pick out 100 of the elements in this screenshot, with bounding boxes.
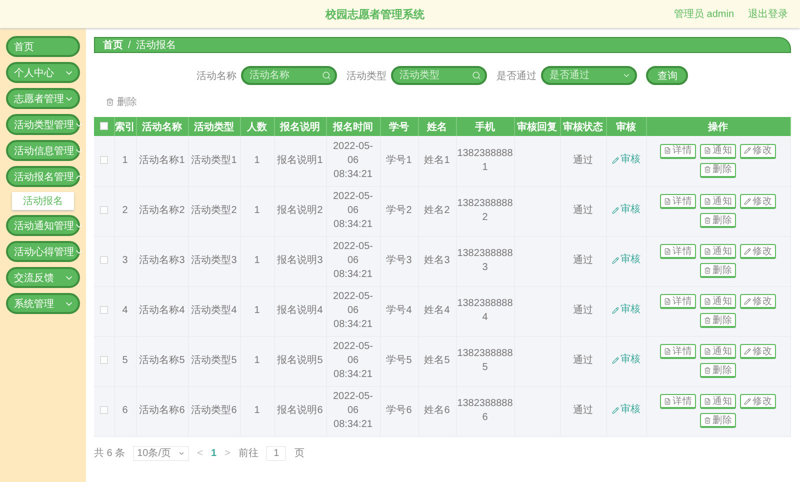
sidebar-item[interactable]: 首页 [6, 36, 80, 57]
action-button[interactable]: 详情 [660, 244, 696, 259]
pencil-icon [612, 306, 618, 314]
table-cell: 2022-05-06 08:34:21 [326, 286, 380, 336]
document-icon [704, 398, 710, 404]
table-cell: 13823888886 [456, 386, 514, 436]
table-cell: 通过 [560, 336, 606, 386]
action-button[interactable]: 修改 [740, 194, 776, 209]
action-button[interactable]: 详情 [660, 294, 696, 309]
action-button[interactable]: 修改 [740, 244, 776, 259]
action-button[interactable]: 通知 [700, 344, 736, 359]
checkbox[interactable] [100, 156, 108, 164]
sidebar-item[interactable]: 交流反馈 [6, 267, 80, 288]
field-label: 是否通过 [496, 70, 536, 82]
table-cell: 活动类型5 [188, 336, 240, 386]
table-cell: 13823888882 [456, 186, 514, 236]
search-field[interactable]: 活动类型 [391, 66, 488, 85]
action-button[interactable]: 详情 [660, 394, 696, 409]
checkbox[interactable] [100, 122, 108, 130]
field-label: 活动名称 [196, 70, 236, 82]
action-button[interactable]: 通知 [700, 394, 736, 409]
table-cell: 1 [114, 136, 136, 186]
column-header: 索引 [114, 117, 136, 136]
chevron-icon [178, 450, 186, 456]
pencil-icon [744, 147, 750, 154]
table-cell: 1 [240, 286, 274, 336]
document-icon [704, 248, 710, 254]
action-button[interactable]: 通知 [700, 194, 736, 209]
action-button[interactable]: 通知 [700, 294, 736, 309]
sidebar-item[interactable]: 活动报名管理 [6, 166, 80, 187]
checkbox[interactable] [100, 256, 108, 264]
action-button[interactable]: 通知 [700, 144, 736, 159]
pencil-icon [744, 248, 750, 254]
action-button[interactable]: 删除 [700, 313, 736, 328]
document-icon [704, 147, 710, 154]
action-button[interactable]: 删除 [700, 213, 736, 228]
trash-icon [704, 216, 710, 224]
next-page-button[interactable]: > [224, 448, 230, 458]
action-button[interactable]: 通知 [700, 244, 736, 259]
document-icon [664, 147, 670, 154]
table-cell: 1 [240, 336, 274, 386]
table-cell: 活动名称3 [136, 236, 188, 286]
table-cell: 活动名称1 [136, 136, 188, 186]
checkbox[interactable] [100, 356, 108, 364]
delete-button[interactable]: 删除 [106, 95, 137, 109]
action-button[interactable]: 详情 [660, 144, 696, 159]
checkbox[interactable] [100, 306, 108, 314]
table-cell: 2022-05-06 08:34:21 [326, 336, 380, 386]
logout-link[interactable]: 退出登录 [748, 7, 788, 21]
table-cell: 学号3 [380, 236, 418, 286]
document-icon [704, 298, 710, 304]
page-number[interactable]: 1 [210, 448, 217, 458]
select-field[interactable]: 是否通过 [541, 66, 638, 85]
document-icon [664, 348, 670, 354]
table-cell: 活动类型1 [188, 136, 240, 186]
action-button[interactable]: 删除 [700, 263, 736, 278]
action-button[interactable]: 详情 [660, 344, 696, 359]
checkbox[interactable] [100, 206, 108, 214]
action-button[interactable]: 删除 [700, 162, 736, 178]
sidebar-item[interactable]: 活动类型管理 [6, 114, 80, 135]
action-button[interactable]: 删除 [700, 363, 736, 378]
page-input[interactable]: 1 [266, 446, 286, 460]
sidebar-item[interactable]: 活动通知管理 [6, 215, 80, 236]
sidebar-item[interactable]: 个人中心 [6, 62, 80, 83]
action-button[interactable]: 修改 [740, 394, 776, 409]
sidebar-item[interactable]: 系统管理 [6, 293, 80, 314]
action-button[interactable]: 修改 [740, 344, 776, 359]
pencil-icon [744, 298, 750, 304]
trash-icon [704, 266, 710, 274]
prev-page-button[interactable]: < [197, 448, 203, 458]
table-cell: 学号2 [380, 186, 418, 236]
column-header: 操作 [646, 117, 790, 136]
column-header: 学号 [380, 117, 418, 136]
checkbox[interactable] [100, 406, 108, 414]
table-cell: 姓名2 [418, 186, 456, 236]
action-button[interactable]: 删除 [700, 413, 736, 428]
sidebar-item[interactable]: 志愿者管理 [6, 88, 80, 109]
table-cell: 学号5 [380, 336, 418, 386]
table-cell: 报名说明2 [274, 186, 326, 236]
sidebar-subitem[interactable]: 活动报名 [12, 192, 74, 210]
document-icon [664, 298, 670, 304]
sidebar-item[interactable]: 活动心得管理 [6, 241, 80, 262]
table-cell: 通过 [560, 186, 606, 236]
column-header: 活动名称 [136, 117, 188, 136]
pencil-icon [612, 156, 618, 164]
table-cell: 姓名6 [418, 386, 456, 436]
breadcrumb-link[interactable]: 首页 [103, 38, 123, 52]
column-header: 手机 [456, 117, 514, 136]
page-size-select[interactable]: 10条/页 [133, 446, 190, 460]
action-button[interactable]: 详情 [660, 194, 696, 209]
column-header: 报名时间 [326, 117, 380, 136]
action-button[interactable]: 修改 [740, 294, 776, 309]
search-field[interactable]: 活动名称 [241, 66, 338, 85]
table-cell: 1 [240, 236, 274, 286]
action-button[interactable]: 修改 [740, 144, 776, 159]
pencil-icon [612, 356, 618, 364]
user-label: 管理员 admin [674, 8, 734, 21]
table-cell: 3 [114, 236, 136, 286]
sidebar-item[interactable]: 活动信息管理 [6, 140, 80, 161]
query-button[interactable]: 查询 [646, 66, 688, 85]
